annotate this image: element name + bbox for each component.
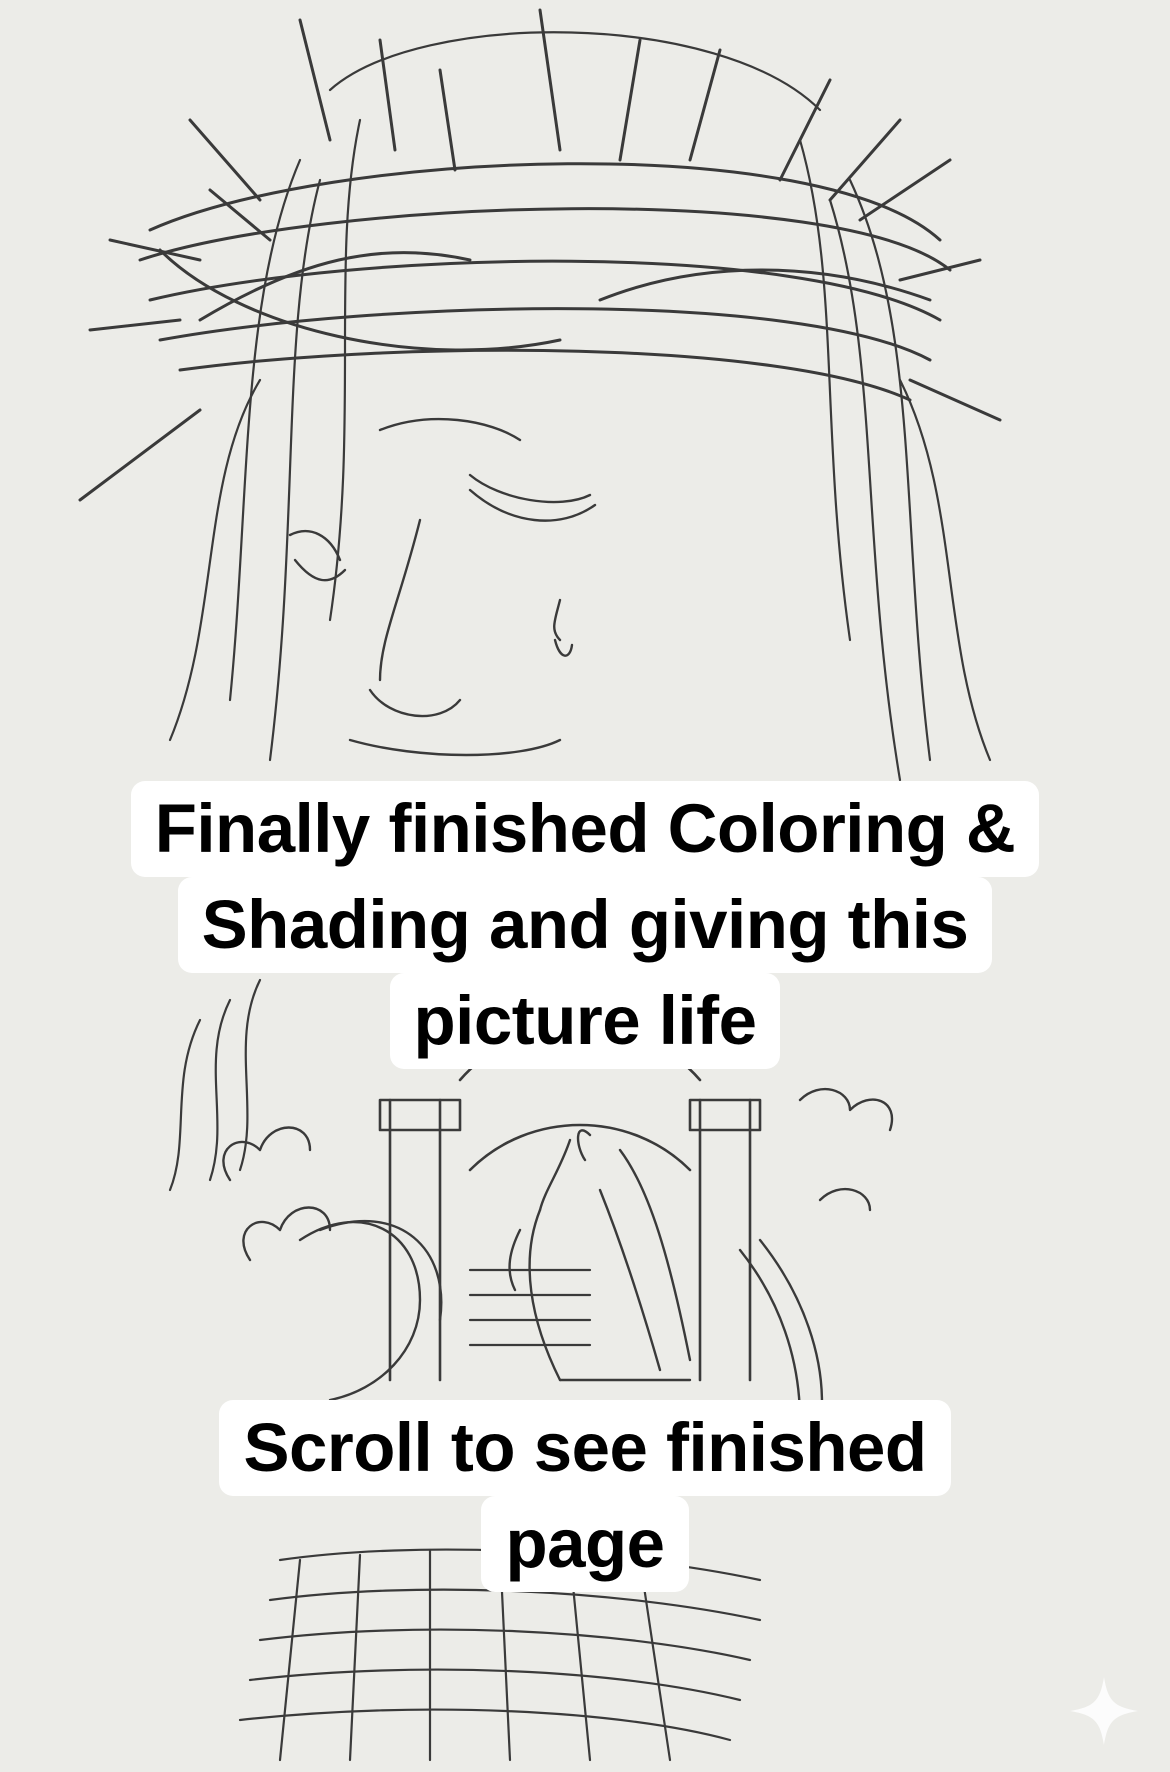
caption-bottom-line-2: page: [481, 1496, 689, 1592]
temple-arch: [378, 1026, 762, 1382]
face: [288, 417, 597, 757]
coloring-page-post: Finally finished Coloring & Shading and …: [0, 0, 1170, 1772]
caption-top-line-1: Finally finished Coloring &: [130, 781, 1040, 877]
robed-figure: [508, 1129, 692, 1382]
caption-top-line-3: picture life: [389, 973, 781, 1069]
sparkle-icon: [1070, 1677, 1138, 1745]
caption-top-line-2: Shading and giving this: [177, 877, 993, 973]
caption-bottom: Scroll to see finished page: [0, 1400, 1170, 1592]
caption-bottom-line-1: Scroll to see finished: [219, 1400, 951, 1496]
caption-top: Finally finished Coloring & Shading and …: [0, 781, 1170, 1069]
crown-of-thorns: [78, 8, 1002, 502]
clouds-and-ribbons: [222, 1088, 894, 1432]
